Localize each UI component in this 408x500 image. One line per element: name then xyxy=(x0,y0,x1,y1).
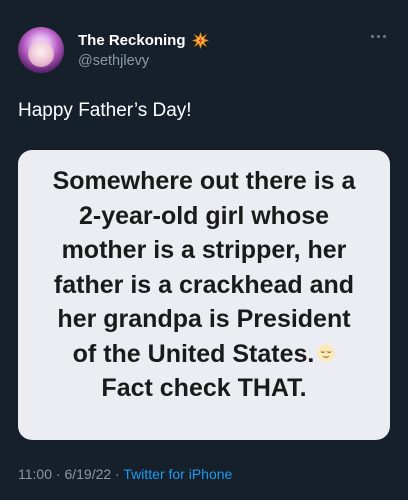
meme-line: Somewhere out there is a xyxy=(52,167,356,195)
author-display-name[interactable]: The Reckoning xyxy=(78,32,186,49)
meme-line: mother is a stripper, her xyxy=(61,236,347,264)
more-options-icon[interactable] xyxy=(371,35,386,38)
meme-line: 2-year-old girl whose xyxy=(78,201,330,230)
tweet-card: The Reckoning @sethjlevy Happy Father’s … xyxy=(0,0,408,500)
meme-line: of the United States. xyxy=(72,339,315,368)
collision-emoji-icon xyxy=(191,32,209,49)
meme-text: Somewhere out there is a 2-year-old girl… xyxy=(18,164,390,406)
meme-line: Fact check THAT. xyxy=(101,374,307,402)
separator: · xyxy=(52,466,65,482)
avatar-face xyxy=(28,41,54,67)
tweet-source-link[interactable]: Twitter for iPhone xyxy=(123,466,232,482)
relieved-face-icon xyxy=(317,344,335,362)
tweet-media-image[interactable]: Somewhere out there is a 2-year-old girl… xyxy=(18,150,390,440)
tweet-time[interactable]: 11:00 xyxy=(18,466,52,482)
separator: · xyxy=(111,466,124,482)
avatar[interactable] xyxy=(18,27,64,73)
meme-line: father is a crackhead and xyxy=(53,270,355,299)
tweet-metadata: 11:00 · 6/19/22 · Twitter for iPhone xyxy=(18,466,232,482)
tweet-text: Happy Father’s Day! xyxy=(18,100,192,121)
author-handle[interactable]: @sethjlevy xyxy=(78,53,149,69)
meme-line: her grandpa is President xyxy=(57,305,351,333)
tweet-date[interactable]: 6/19/22 xyxy=(64,466,111,482)
meme-line-with-emoji: of the United States. xyxy=(18,337,390,372)
author-name-row: The Reckoning xyxy=(78,32,209,49)
